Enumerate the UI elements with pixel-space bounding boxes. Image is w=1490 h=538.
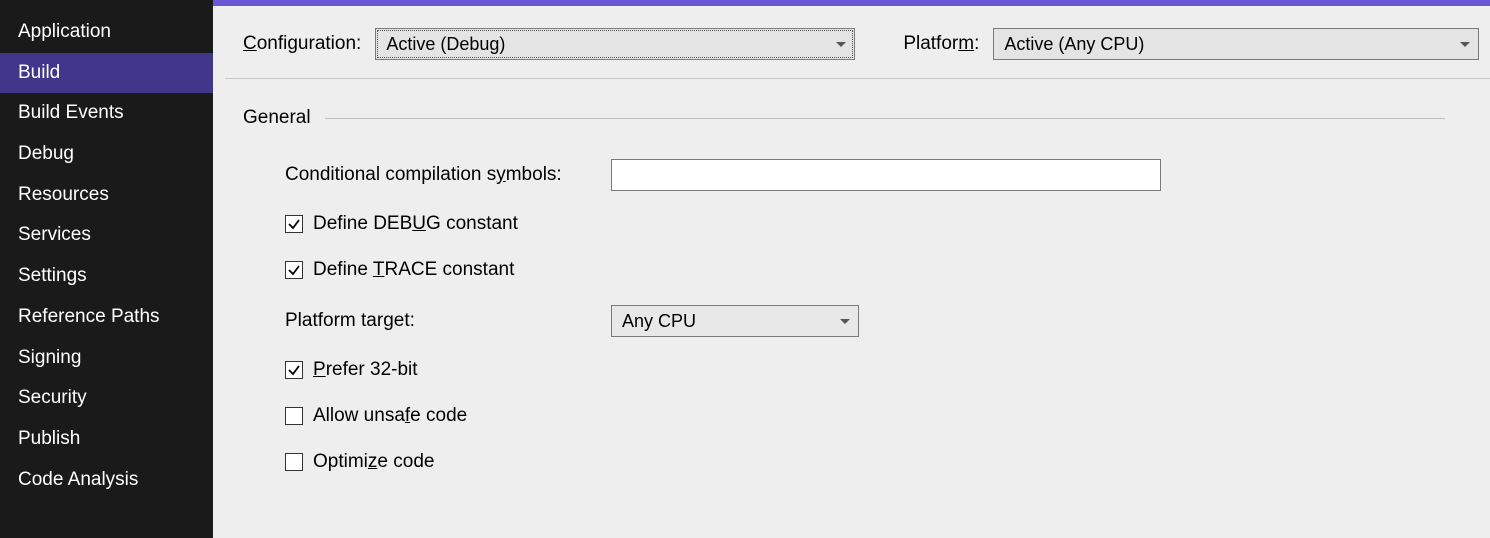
chevron-down-icon [836, 42, 846, 47]
sidebar-item-security[interactable]: Security [0, 378, 213, 419]
platform-target-value: Any CPU [622, 311, 696, 332]
config-platform-row: Configuration: Active (Debug) Platform: … [225, 6, 1490, 79]
prefer-32bit-checkbox[interactable] [285, 361, 303, 379]
section-header: General [243, 107, 1485, 129]
sidebar-item-build-events[interactable]: Build Events [0, 93, 213, 134]
sidebar-item-services[interactable]: Services [0, 215, 213, 256]
conditional-symbols-input[interactable] [611, 159, 1161, 191]
define-trace-checkbox[interactable] [285, 261, 303, 279]
configuration-dropdown[interactable]: Active (Debug) [375, 28, 855, 60]
platform-label: Platform: [903, 33, 979, 55]
define-debug-checkbox[interactable] [285, 215, 303, 233]
section-divider [325, 118, 1446, 119]
main-panel: Configuration: Active (Debug) Platform: … [213, 0, 1490, 538]
sidebar-item-reference-paths[interactable]: Reference Paths [0, 297, 213, 338]
platform-target-label: Platform target: [285, 310, 611, 332]
chevron-down-icon [840, 319, 850, 324]
sidebar-item-resources[interactable]: Resources [0, 175, 213, 216]
sidebar-item-debug[interactable]: Debug [0, 134, 213, 175]
configuration-label: Configuration: [243, 33, 361, 55]
platform-value: Active (Any CPU) [1004, 34, 1144, 55]
optimize-code-checkbox[interactable] [285, 453, 303, 471]
general-section: General Conditional compilation symbols:… [213, 79, 1490, 473]
platform-dropdown[interactable]: Active (Any CPU) [993, 28, 1479, 60]
sidebar-item-build[interactable]: Build [0, 53, 213, 94]
chevron-down-icon [1460, 42, 1470, 47]
sidebar-item-code-analysis[interactable]: Code Analysis [0, 460, 213, 501]
prefer-32bit-label[interactable]: Prefer 32-bit [313, 359, 418, 381]
allow-unsafe-checkbox[interactable] [285, 407, 303, 425]
configuration-value: Active (Debug) [386, 34, 505, 55]
define-debug-label[interactable]: Define DEBUG constant [313, 213, 518, 235]
allow-unsafe-label[interactable]: Allow unsafe code [313, 405, 467, 427]
sidebar-item-publish[interactable]: Publish [0, 419, 213, 460]
sidebar-item-application[interactable]: Application [0, 12, 213, 53]
section-title: General [243, 107, 311, 129]
platform-target-dropdown[interactable]: Any CPU [611, 305, 859, 337]
define-trace-label[interactable]: Define TRACE constant [313, 259, 514, 281]
sidebar: Application Build Build Events Debug Res… [0, 0, 213, 538]
sidebar-item-signing[interactable]: Signing [0, 338, 213, 379]
sidebar-item-settings[interactable]: Settings [0, 256, 213, 297]
optimize-code-label[interactable]: Optimize code [313, 451, 434, 473]
conditional-symbols-label: Conditional compilation symbols: [285, 164, 611, 186]
